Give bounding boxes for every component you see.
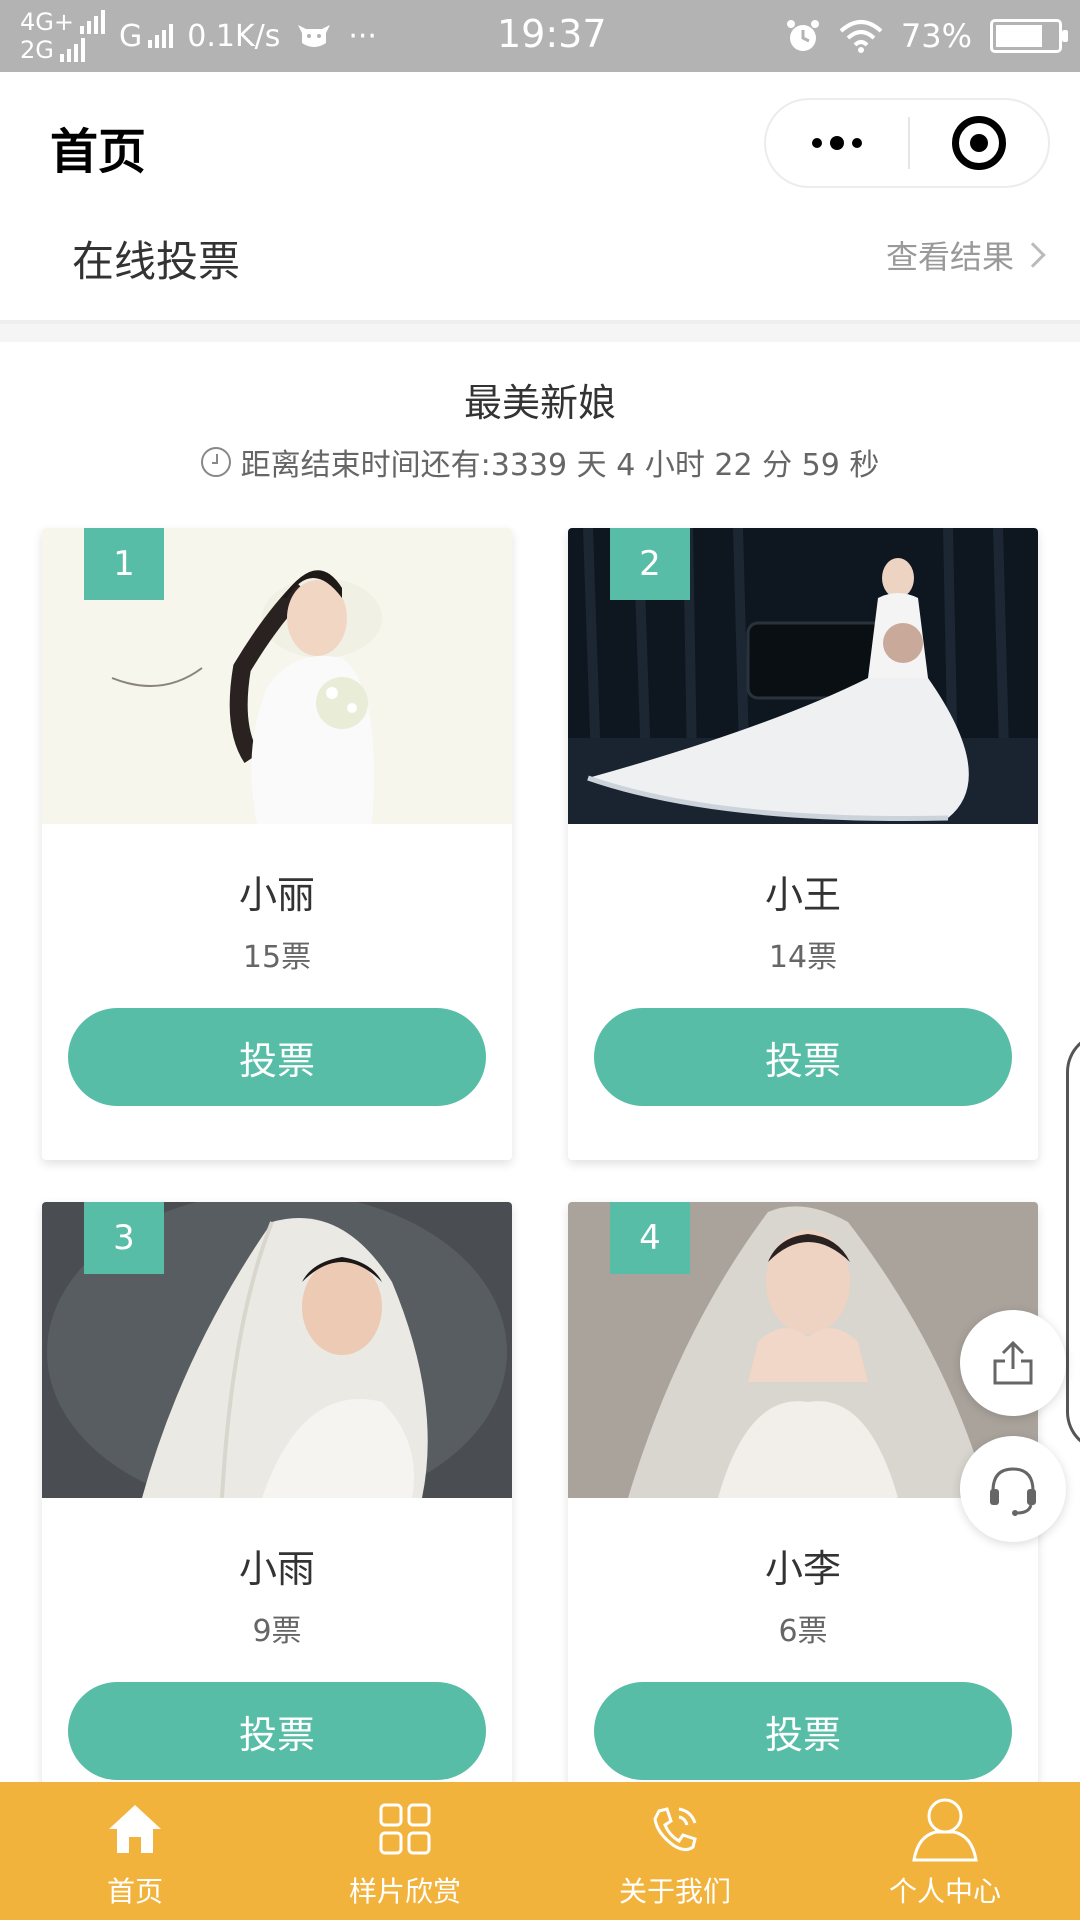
wifi-icon bbox=[839, 20, 883, 53]
section-title: 在线投票 bbox=[72, 237, 241, 286]
tab-bar: 首页 样片欣赏 关于我们 个人中心 bbox=[0, 1782, 1080, 1920]
rank-badge: 3 bbox=[84, 1202, 164, 1274]
rank-badge: 4 bbox=[610, 1202, 690, 1274]
cow-icon bbox=[298, 25, 331, 47]
countdown-text: 距离结束时间还有:3339 天 4 小时 22 分 59 秒 bbox=[240, 448, 880, 483]
target-icon bbox=[952, 116, 1006, 170]
navigation-bar: 首页 bbox=[0, 72, 1080, 212]
headset-icon bbox=[990, 1467, 1036, 1516]
countdown: 距离结束时间还有:3339 天 4 小时 22 分 59 秒 bbox=[0, 440, 1080, 484]
scroll-edge-indicator bbox=[1066, 1032, 1080, 1452]
more-menu-button[interactable] bbox=[766, 100, 908, 186]
carrier-label: G bbox=[118, 18, 143, 54]
status-bar: 4G+ 2G G 0.1K/s ··· 19:37 73% bbox=[0, 0, 1080, 72]
tab-about[interactable]: 关于我们 bbox=[540, 1782, 810, 1920]
network-type-2g: 2G bbox=[20, 36, 54, 64]
share-icon bbox=[993, 1340, 1033, 1385]
user-icon bbox=[912, 1798, 978, 1862]
signal-icon bbox=[79, 10, 105, 34]
more-notifications-icon: ··· bbox=[348, 18, 377, 54]
vote-count: 14票 bbox=[768, 940, 838, 975]
candidate-photo[interactable]: 2 bbox=[568, 528, 1038, 824]
tab-label: 关于我们 bbox=[618, 1875, 731, 1908]
phone-icon bbox=[653, 1807, 697, 1852]
signal-icon bbox=[59, 38, 85, 62]
tab-profile[interactable]: 个人中心 bbox=[810, 1782, 1080, 1920]
section-header: 在线投票 查看结果 bbox=[0, 212, 1080, 324]
vote-count: 6票 bbox=[778, 1614, 828, 1649]
signal-icon bbox=[148, 24, 174, 48]
network-indicator: 4G+ 2G bbox=[20, 8, 105, 64]
candidate-card: 2 小王 14票 投票 bbox=[568, 528, 1038, 1160]
candidate-name: 小雨 bbox=[238, 1547, 315, 1591]
alarm-icon bbox=[786, 20, 819, 51]
vote-count: 15票 bbox=[242, 940, 312, 975]
clock-icon bbox=[200, 447, 231, 477]
vote-content: 最美新娘 距离结束时间还有:3339 天 4 小时 22 分 59 秒 1 小丽… bbox=[0, 342, 1080, 1782]
mini-program-capsule bbox=[764, 98, 1050, 188]
battery-icon bbox=[990, 19, 1068, 53]
rank-badge: 2 bbox=[610, 528, 690, 600]
tab-label: 样片欣赏 bbox=[348, 1875, 461, 1908]
share-button[interactable] bbox=[960, 1310, 1066, 1416]
candidate-photo[interactable]: 1 bbox=[42, 528, 512, 824]
tab-home[interactable]: 首页 bbox=[0, 1782, 270, 1920]
tab-gallery[interactable]: 样片欣赏 bbox=[270, 1782, 540, 1920]
candidate-card: 3 小雨 9票 投票 bbox=[42, 1202, 512, 1782]
dot-icon bbox=[852, 138, 862, 148]
candidate-photo[interactable]: 3 bbox=[42, 1202, 512, 1498]
network-type-4g: 4G+ bbox=[20, 8, 74, 36]
dot-icon bbox=[812, 138, 822, 148]
vote-button[interactable]: 投票 bbox=[594, 1682, 1012, 1780]
vote-button[interactable]: 投票 bbox=[68, 1008, 486, 1106]
candidate-name: 小丽 bbox=[238, 873, 315, 917]
page-title: 首页 bbox=[50, 124, 147, 180]
chevron-right-icon bbox=[1020, 242, 1046, 268]
vote-button[interactable]: 投票 bbox=[68, 1682, 486, 1780]
vote-button[interactable]: 投票 bbox=[594, 1008, 1012, 1106]
grid-icon bbox=[379, 1803, 431, 1855]
tab-label: 首页 bbox=[106, 1875, 163, 1908]
vote-count: 9票 bbox=[252, 1614, 302, 1649]
view-results-link[interactable]: 查看结果 bbox=[885, 232, 1046, 278]
home-icon bbox=[109, 1805, 161, 1853]
network-speed: 0.1K/s bbox=[187, 18, 281, 54]
candidate-card: 1 小丽 15票 投票 bbox=[42, 528, 512, 1160]
rank-badge: 1 bbox=[84, 528, 164, 600]
dot-icon bbox=[830, 136, 844, 150]
customer-service-button[interactable] bbox=[960, 1436, 1066, 1542]
clock-time: 19:37 bbox=[497, 12, 607, 56]
battery-percent: 73% bbox=[900, 17, 972, 55]
candidate-name: 小王 bbox=[764, 873, 841, 917]
close-program-button[interactable] bbox=[910, 116, 1048, 170]
tab-label: 个人中心 bbox=[888, 1875, 1001, 1908]
view-results-label: 查看结果 bbox=[885, 238, 1014, 276]
candidate-name: 小李 bbox=[764, 1547, 841, 1591]
vote-title: 最美新娘 bbox=[463, 381, 616, 425]
